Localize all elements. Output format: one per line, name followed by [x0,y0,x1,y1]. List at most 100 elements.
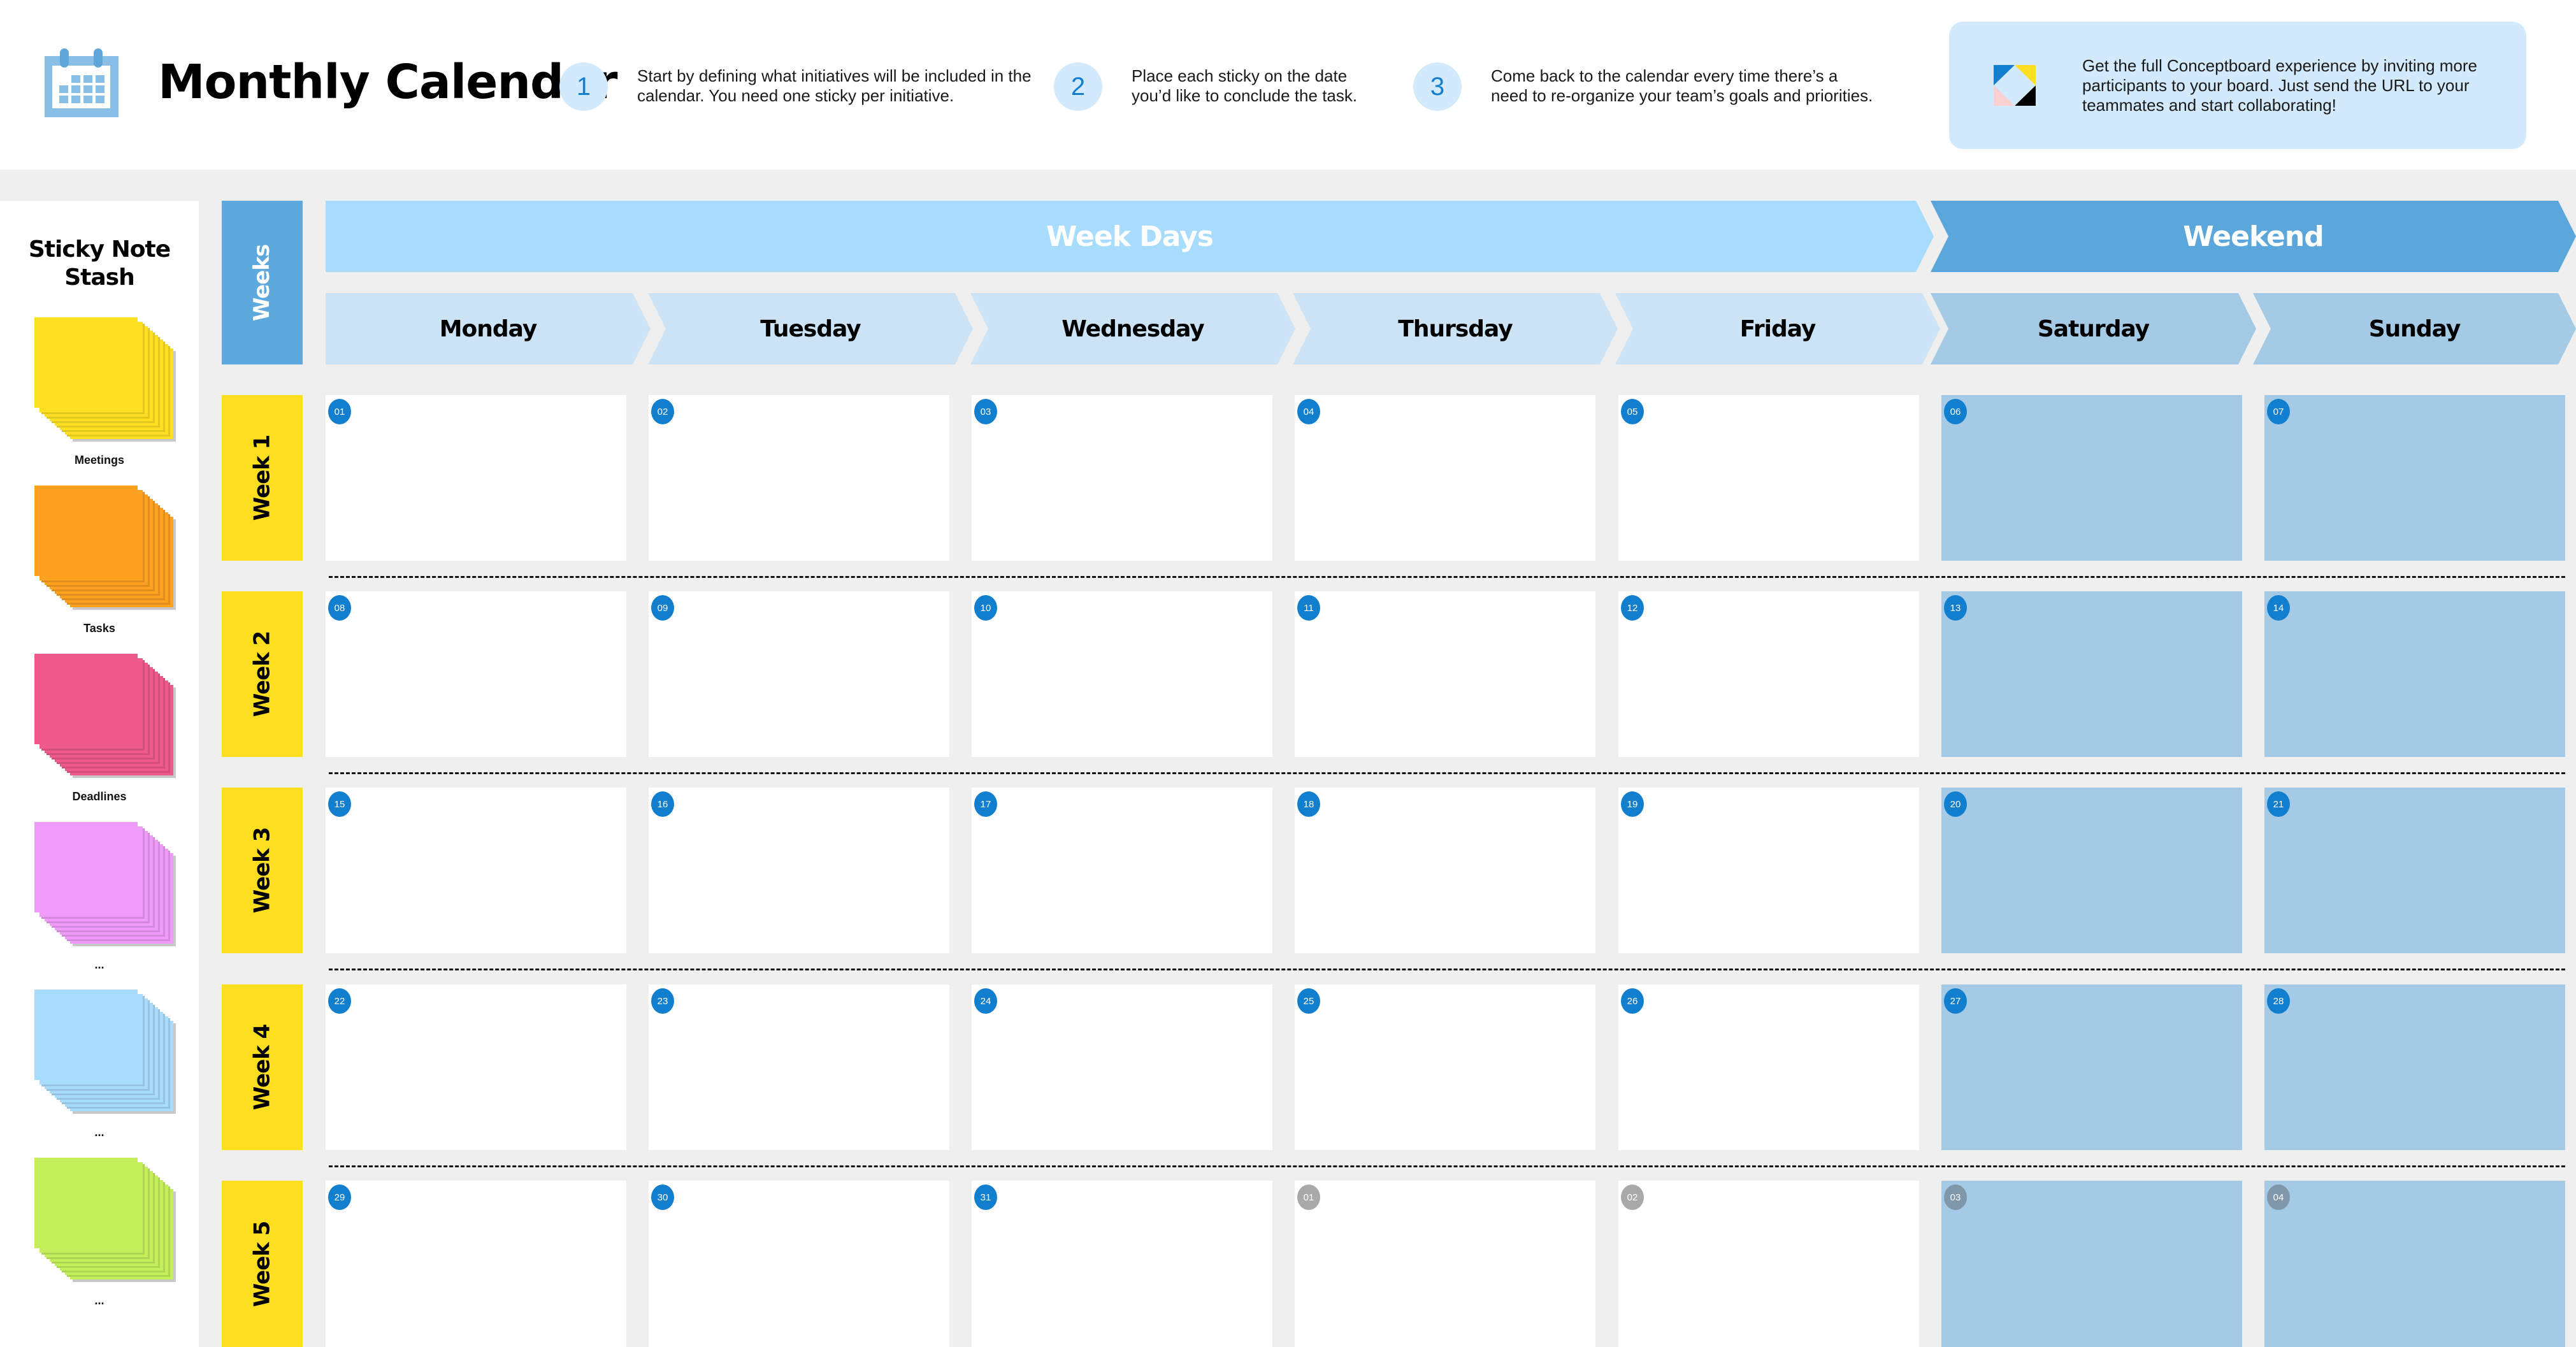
calendar-day-cell[interactable]: 16 [649,788,949,953]
calendar-icon [45,48,119,117]
calendar-day-cell[interactable]: 18 [1295,788,1595,953]
calendar-day-cell[interactable]: 30 [649,1181,949,1347]
calendar-day-cell[interactable]: 28 [2264,984,2565,1150]
calendar-day-cell[interactable]: 04 [2264,1181,2565,1347]
calendar-day-cell[interactable]: 19 [1618,788,1919,953]
date-badge: 14 [2267,595,2290,621]
calendar-day-cell[interactable]: 20 [1941,788,2242,953]
date-badge: 04 [2267,1185,2290,1210]
date-badge: 06 [1944,399,1967,424]
step-3-badge: 3 [1413,62,1462,111]
day-header-label: Tuesday [760,315,861,342]
calendar-day-cell[interactable]: 03 [1941,1181,2242,1347]
sticky-note-sheet [34,990,138,1080]
calendar-day-cell[interactable]: 10 [972,591,1272,757]
week-label-2: Week 2 [222,591,303,757]
week-divider [329,772,2565,774]
day-header-label: Wednesday [1061,315,1204,342]
week-divider [329,1165,2565,1167]
sticky-stack-label: ... [94,1294,104,1307]
calendar-day-cell[interactable]: 23 [649,984,949,1150]
day-header-tuesday: Tuesday [648,293,973,364]
sticky-stack[interactable] [34,822,173,949]
calendar-day-cell[interactable]: 24 [972,984,1272,1150]
date-badge: 09 [651,595,674,621]
calendar-day-cell[interactable]: 12 [1618,591,1919,757]
weekdays-banner: Week Days [326,201,1934,272]
day-header-label: Sunday [2368,315,2461,342]
day-header-label: Monday [439,315,537,342]
sticky-stack[interactable] [34,990,173,1117]
sticky-note-sheet [34,654,138,744]
calendar-day-cell[interactable]: 04 [1295,395,1595,561]
calendar-day-cell[interactable]: 15 [326,788,626,953]
calendar-day-cell[interactable]: 17 [972,788,1272,953]
sticky-stack[interactable] [34,317,173,445]
page-title: Monthly Calendar [158,55,617,110]
sticky-stack-label: ... [94,1126,104,1139]
week-label-text: Week 5 [249,1221,275,1307]
date-badge: 12 [1621,595,1644,621]
date-badge: 07 [2267,399,2290,424]
date-badge: 24 [974,988,997,1014]
calendar-day-cell[interactable]: 02 [1618,1181,1919,1347]
calendar-day-cell[interactable]: 26 [1618,984,1919,1150]
calendar-day-cell[interactable]: 08 [326,591,626,757]
calendar-day-cell[interactable]: 03 [972,395,1272,561]
calendar-day-cell[interactable]: 07 [2264,395,2565,561]
calendar-day-cell[interactable]: 21 [2264,788,2565,953]
step-2-text: Place each sticky on the date you’d like… [1132,66,1358,105]
week-divider [329,969,2565,970]
week-label-text: Week 1 [249,435,275,521]
date-badge: 23 [651,988,674,1014]
date-badge: 13 [1944,595,1967,621]
calendar-day-cell[interactable]: 27 [1941,984,2242,1150]
sticky-stack-label: Meetings [74,454,124,466]
date-badge: 17 [974,791,997,817]
calendar-day-cell[interactable]: 25 [1295,984,1595,1150]
date-badge: 30 [651,1185,674,1210]
weeks-header-label: Weeks [249,244,275,321]
calendar-day-cell[interactable]: 05 [1618,395,1919,561]
week-divider [329,576,2565,578]
week-label-3: Week 3 [222,788,303,953]
calendar-day-cell[interactable]: 11 [1295,591,1595,757]
date-badge: 25 [1297,988,1320,1014]
step-3-text: Come back to the calendar every time the… [1491,66,1873,105]
date-badge: 03 [974,399,997,424]
sticky-note-sheet [34,1158,138,1248]
calendar-day-cell[interactable]: 31 [972,1181,1272,1347]
day-header-monday: Monday [326,293,651,364]
day-header-wednesday: Wednesday [970,293,1295,364]
step-2-badge: 2 [1054,62,1102,111]
date-badge: 01 [328,399,351,424]
date-badge: 22 [328,988,351,1014]
sticky-stack-label: Tasks [83,622,115,635]
calendar-day-cell[interactable]: 09 [649,591,949,757]
calendar-day-cell[interactable]: 13 [1941,591,2242,757]
sticky-stack-label: ... [94,958,104,971]
date-badge: 20 [1944,791,1967,817]
calendar-day-cell[interactable]: 14 [2264,591,2565,757]
calendar-day-cell[interactable]: 29 [326,1181,626,1347]
day-header-label: Saturday [2037,315,2150,342]
sticky-stack[interactable] [34,654,173,781]
calendar-day-cell[interactable]: 06 [1941,395,2242,561]
sticky-note-sheet [34,486,138,576]
calendar-day-cell[interactable]: 02 [649,395,949,561]
date-badge: 03 [1944,1185,1967,1210]
sticky-stack[interactable] [34,486,173,613]
calendar-day-cell[interactable]: 01 [326,395,626,561]
stash-title: Sticky Note Stash [28,236,171,291]
calendar-day-cell[interactable]: 22 [326,984,626,1150]
week-label-4: Week 4 [222,984,303,1150]
day-header-label: Friday [1739,315,1816,342]
weekend-banner: Weekend [1931,201,2576,272]
sticky-stack[interactable] [34,1158,173,1285]
day-header-friday: Friday [1615,293,1940,364]
date-badge: 01 [1297,1185,1320,1210]
conceptboard-logo-icon [1994,65,2036,106]
week-label-text: Week 3 [249,827,275,914]
calendar-day-cell[interactable]: 01 [1295,1181,1595,1347]
date-badge: 27 [1944,988,1967,1014]
